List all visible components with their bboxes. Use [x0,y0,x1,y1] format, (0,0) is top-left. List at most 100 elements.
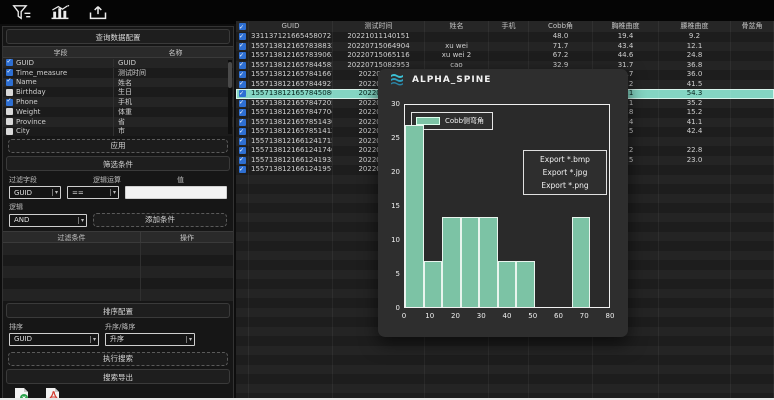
legend-label: Cobb侧弯角 [445,116,484,126]
cell-pelvis [731,118,774,128]
field-row[interactable]: Province省 [3,117,233,127]
execute-search-button[interactable]: 执行搜索 [8,352,228,366]
filter-op-label: 逻辑运算 [93,175,177,185]
row-checkbox[interactable] [239,90,246,97]
dialog-titlebar[interactable]: ALPHA_SPINE [378,69,628,91]
cell-phone [489,32,529,42]
field-name: 测试时间 [113,68,233,78]
row-checkbox[interactable] [239,43,246,50]
fields-col-field: 字段 [3,47,118,57]
row-checkbox[interactable] [239,33,246,40]
row-checkbox[interactable] [239,119,246,126]
row-checkbox[interactable] [239,100,246,107]
table-row[interactable]: 155713812165783906220220715065116xu wei … [236,51,774,61]
fields-scrollbar[interactable] [228,60,232,134]
x-axis-tick-label: 50 [528,312,537,320]
row-checkbox[interactable] [6,128,13,135]
cell-lumbar: 36.0 [659,70,731,80]
statistics-chart-icon[interactable] [48,3,72,21]
row-checkbox[interactable] [6,59,13,66]
row-checkbox[interactable] [239,71,246,78]
field-row[interactable]: City市 [3,127,233,137]
field-row[interactable]: Name姓名 [3,78,233,88]
export-pdf-icon[interactable] [44,388,61,400]
empty-row [236,384,774,394]
export-menu-item[interactable]: Export *.bmp [524,153,606,166]
x-axis-tick-label: 70 [580,312,589,320]
cell-name: xu wei [425,42,489,52]
row-checkbox[interactable] [6,69,13,76]
filter-icon[interactable] [10,3,34,21]
row-checkbox[interactable] [6,99,13,106]
column-header[interactable]: 手机 [489,21,529,32]
column-header[interactable]: 骨盆角 [731,21,774,32]
row-checkbox[interactable] [239,166,246,173]
sort-field-select[interactable]: GUID▾ [9,333,99,346]
column-header[interactable]: 胸椎曲度 [593,21,659,32]
field-code: Name [13,78,113,86]
x-axis-tick-label: 30 [477,312,486,320]
add-condition-button[interactable]: 添加条件 [93,213,227,227]
fields-col-name: 名称 [118,47,233,57]
export-upload-icon[interactable] [86,3,110,21]
cell-guid: 1557138121657841667 [249,70,333,80]
filter-field-select[interactable]: GUID▾ [9,186,61,199]
sort-order-select[interactable]: 升序▾ [105,333,195,346]
column-header[interactable]: 测试时间 [333,21,425,32]
apply-button[interactable]: 应用 [8,139,228,153]
chevron-down-icon: ▾ [78,217,84,224]
logic-select[interactable]: AND▾ [9,214,87,227]
cond-col-condition: 过滤条件 [3,232,141,242]
field-row[interactable]: Weight体重 [3,107,233,117]
row-checkbox[interactable] [239,23,246,30]
field-name: 省 [113,117,233,127]
chevron-down-icon: ▾ [110,189,116,196]
cell-pelvis [731,146,774,156]
column-header[interactable]: Cobb角 [529,21,593,32]
cell-lumbar: 36.8 [659,61,731,71]
row-checkbox[interactable] [239,147,246,154]
field-code: Time_measure [13,69,113,77]
field-row[interactable]: Phone手机 [3,97,233,107]
order-label: 升序/降序 [105,322,135,332]
column-header[interactable]: 腰椎曲度 [659,21,731,32]
legend-swatch [416,117,440,125]
condition-row [3,289,233,301]
row-checkbox[interactable] [239,81,246,88]
field-row[interactable]: Time_measure测试时间 [3,68,233,78]
column-header[interactable]: 姓名 [425,21,489,32]
filter-labels: 过滤字段 逻辑运算 值 [3,173,233,186]
cell-guid: 331137121665458072 [249,32,333,42]
row-checkbox[interactable] [239,109,246,116]
row-checkbox[interactable] [6,79,13,86]
y-axis-tick-label: 30 [380,100,400,108]
field-row[interactable]: GUIDGUID [3,58,233,68]
filter-value-label: 值 [177,175,184,185]
row-checkbox[interactable] [239,128,246,135]
filter-op-select[interactable]: ==▾ [67,186,119,199]
row-checkbox[interactable] [6,89,13,96]
row-checkbox[interactable] [239,52,246,59]
field-name: 手机 [113,97,233,107]
cell-pelvis [731,99,774,109]
row-checkbox[interactable] [239,138,246,145]
sort-section-title: 排序配置 [6,303,230,318]
export-excel-icon[interactable] [13,388,30,400]
column-header[interactable]: GUID [249,21,333,32]
filter-value-input[interactable] [125,186,227,199]
row-checkbox[interactable] [239,157,246,164]
row-checkbox[interactable] [239,62,246,69]
export-menu-item[interactable]: Export *.jpg [524,166,606,179]
cell-guid: 1557138121657845086 [249,89,333,99]
table-row[interactable]: 155713812165783883220220715064904xu wei7… [236,42,774,52]
field-row[interactable]: Birthday生日 [3,87,233,97]
cell-guid: 1557138121661241933 [249,156,333,166]
row-checkbox[interactable] [6,108,13,115]
chevron-down-icon: ▾ [52,189,58,196]
application-window: 查询数据配置 字段 名称 GUIDGUIDTime_measure测试时间Nam… [0,0,774,400]
export-menu-item[interactable]: Export *.png [524,179,606,192]
row-checkbox[interactable] [6,118,13,125]
table-row[interactable]: 3311371216654580722022101114015148.019.4… [236,32,774,42]
filter-field-label: 过滤字段 [9,175,93,185]
cell-thoracic: 44.6 [593,51,659,61]
